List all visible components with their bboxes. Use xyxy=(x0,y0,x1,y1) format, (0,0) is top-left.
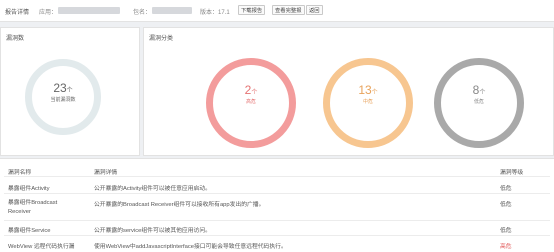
high-risk-label: 高危 xyxy=(245,99,256,105)
row-3-detail: 公开暴露的service组件可以被其他应用访问。 xyxy=(94,228,211,234)
app-label: 应用： xyxy=(39,10,58,16)
low-risk-label: 低危 xyxy=(473,99,484,105)
column-header-level: 漏洞等级 xyxy=(500,170,524,176)
vuln-category-title: 漏洞分类 xyxy=(149,36,174,42)
total-unit: 个 xyxy=(66,88,73,94)
medium-risk-ring-text: 13个 中危 xyxy=(323,83,413,105)
row-2-detail: 公开暴露的Broadcast Receiver组件可以接收所有app发出的广播。 xyxy=(94,202,265,208)
row-4-detail: 使用WebView中addJavascriptInterface接口可能会导致任… xyxy=(94,244,287,250)
package-label: 包名： xyxy=(133,10,152,16)
package-name-redacted xyxy=(152,7,192,14)
row-1-level: 低危 xyxy=(500,186,512,192)
high-risk-ring-text: 2个 高危 xyxy=(206,83,296,105)
app-name-redacted xyxy=(58,7,120,14)
high-risk-unit: 个 xyxy=(251,90,258,96)
download-report-button[interactable]: 下载报告 xyxy=(238,5,266,15)
medium-risk-count: 13 xyxy=(358,83,372,97)
vuln-category-card: 漏洞分类 2个 高危 13个 中危 8个 低危 xyxy=(143,27,554,156)
total-ring-text: 23个 当前漏洞数 xyxy=(25,81,101,103)
row-4-level: 高危 xyxy=(500,244,512,250)
low-risk-ring-text: 8个 低危 xyxy=(434,83,524,105)
row-1-name: 暴露组件Activity xyxy=(8,186,50,192)
row-divider xyxy=(4,220,550,221)
view-full-report-button[interactable]: 查看完整报 xyxy=(272,5,305,15)
row-2-name: 暴露组件Broadcast Receiver xyxy=(8,200,58,215)
version-label: 版本：17.1 xyxy=(200,10,230,16)
row-4-name: WebView 远程代码执行漏 xyxy=(8,244,75,250)
column-header-detail: 漏洞详情 xyxy=(94,170,118,176)
page-title: 报告详情 xyxy=(5,10,30,16)
row-1-detail: 公开暴露的Activity组件可以被任意应用启动。 xyxy=(94,186,211,192)
low-risk-unit: 个 xyxy=(479,90,486,96)
report-header: 报告详情 应用： 包名： 版本：17.1 下载报告 查看完整报 返回 xyxy=(0,0,554,22)
header-divider xyxy=(4,176,550,177)
row-3-name: 暴露组件Service xyxy=(8,228,51,234)
vuln-count-card: 漏洞数 23个 当前漏洞数 xyxy=(0,27,140,156)
row-3-level: 低危 xyxy=(500,228,512,234)
medium-risk-unit: 个 xyxy=(371,90,378,96)
column-header-name: 漏洞名称 xyxy=(8,170,32,176)
vuln-count-title: 漏洞数 xyxy=(6,36,25,42)
row-divider xyxy=(4,193,550,194)
total-count: 23 xyxy=(53,81,67,95)
back-button[interactable]: 返回 xyxy=(306,5,323,15)
row-divider xyxy=(4,235,550,236)
vuln-table: 漏洞名称 漏洞详情 漏洞等级 暴露组件Activity 公开暴露的Activit… xyxy=(0,158,554,252)
total-subtitle: 当前漏洞数 xyxy=(50,97,76,103)
row-2-level: 低危 xyxy=(500,202,512,208)
medium-risk-label: 中危 xyxy=(362,99,373,105)
